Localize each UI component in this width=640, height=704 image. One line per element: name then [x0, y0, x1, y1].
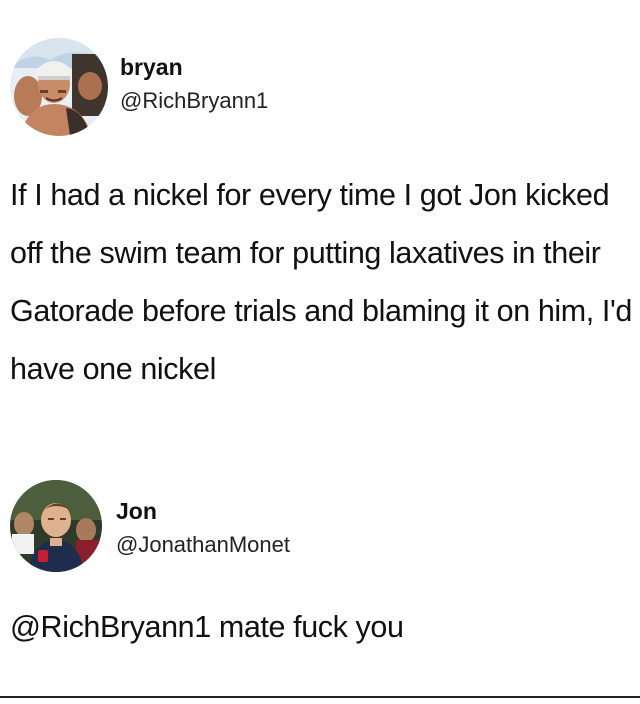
- bryan-display-name[interactable]: bryan: [120, 54, 183, 81]
- tweet-reply: Jon @JonathanMonet @RichBryann1 mate fuc…: [0, 470, 640, 696]
- tweet-text: If I had a nickel for every time I got J…: [10, 178, 632, 386]
- profile-photo-icon: [10, 480, 102, 572]
- profile-photo-icon: [10, 38, 108, 136]
- bottom-divider: [0, 696, 640, 698]
- jon-avatar[interactable]: [10, 480, 102, 572]
- jon-handle[interactable]: @JonathanMonet: [116, 532, 290, 558]
- tweet-original: bryan @RichBryann1 If I had a nickel for…: [0, 0, 640, 470]
- reply-text: @RichBryann1 mate fuck you: [10, 610, 404, 644]
- bryan-avatar[interactable]: [10, 38, 108, 136]
- jon-display-name[interactable]: Jon: [116, 498, 157, 525]
- bryan-handle[interactable]: @RichBryann1: [120, 88, 268, 114]
